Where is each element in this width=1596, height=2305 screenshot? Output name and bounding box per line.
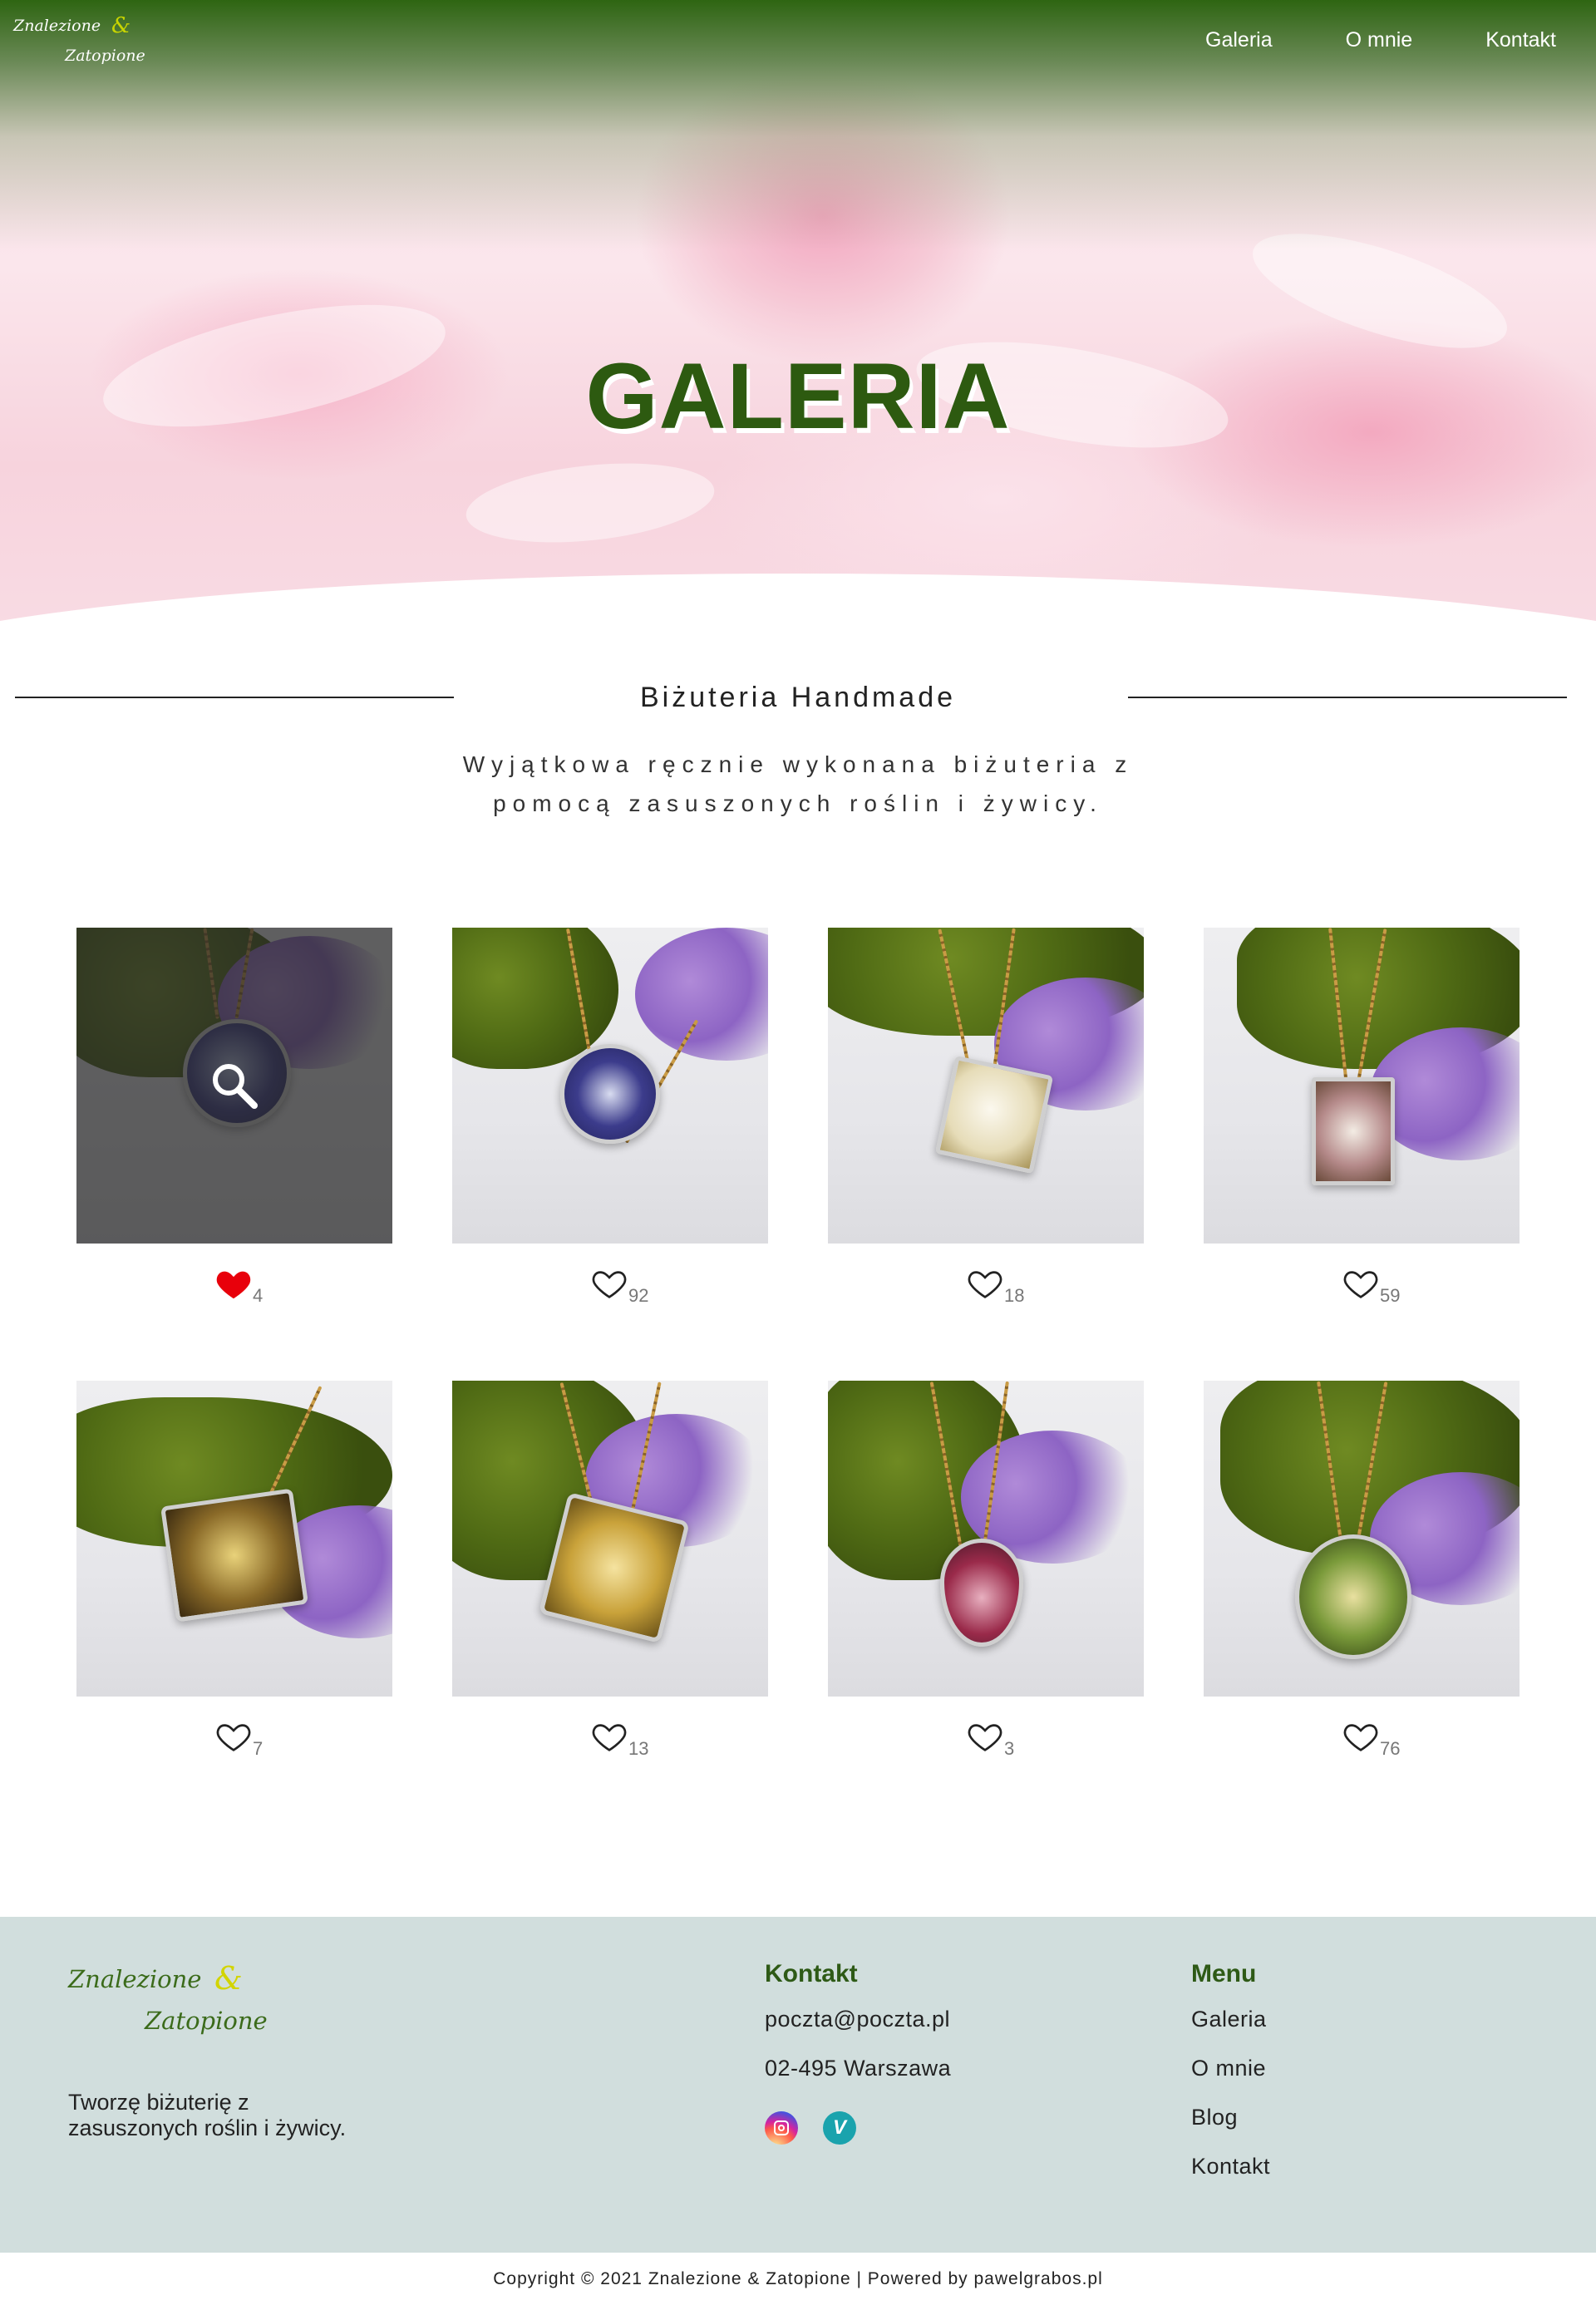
heart-outline-icon[interactable] <box>1342 1718 1380 1756</box>
logo-text-line2: Zatopione <box>65 47 145 65</box>
gallery-photo[interactable] <box>452 928 768 1244</box>
site-logo[interactable]: Znalezione & Zatopione <box>13 13 155 71</box>
gallery-item: 92 <box>452 928 768 1306</box>
heart-outline-icon[interactable] <box>590 1265 628 1303</box>
footer-menu-blog[interactable]: Blog <box>1191 2103 1270 2152</box>
gallery-photo[interactable] <box>1204 928 1520 1244</box>
social-links: V <box>765 2111 856 2145</box>
like-bar: 7 <box>76 1697 392 1759</box>
intro-text: Wyjątkowa ręcznie wykonana biżuteria z p… <box>462 751 1134 816</box>
logo-ampersand: & <box>111 13 131 38</box>
nav-link-kontakt[interactable]: Kontakt <box>1485 28 1556 52</box>
heart-outline-icon[interactable] <box>1342 1265 1380 1303</box>
gallery-photo[interactable] <box>76 928 392 1244</box>
like-bar: 13 <box>452 1697 768 1759</box>
vinted-icon[interactable]: V <box>823 2111 856 2145</box>
gallery-item: 18 <box>828 928 1144 1306</box>
footer-email[interactable]: poczta@poczta.pl <box>765 2005 951 2054</box>
footer-logo-line1: Znalezione <box>68 1965 202 1993</box>
footer-address: 02-495 Warszawa <box>765 2056 952 2081</box>
footer-menu-heading: Menu <box>1191 1960 1257 1987</box>
like-bar: 76 <box>1204 1697 1520 1759</box>
footer-description: Tworzę biżuterię z zasuszonych roślin i … <box>68 2090 347 2140</box>
footer-menu-kontakt[interactable]: Kontakt <box>1191 2152 1270 2201</box>
gallery-item: 76 <box>1204 1381 1520 1759</box>
footer-menu: Menu Galeria O mnie Blog Kontakt <box>1191 1960 1270 2201</box>
copyright-bar: Copyright © 2021 Znalezione & Zatopione … <box>493 2269 1103 2288</box>
like-bar: 3 <box>828 1697 1144 1759</box>
like-bar: 4 <box>76 1244 392 1306</box>
divider-right <box>1128 697 1567 698</box>
gallery-item: 59 <box>1204 928 1520 1306</box>
like-count: 7 <box>253 1738 264 1759</box>
like-bar: 92 <box>452 1244 768 1306</box>
instagram-icon[interactable] <box>765 2111 798 2145</box>
nav-link-galeria[interactable]: Galeria <box>1205 28 1273 52</box>
heart-outline-icon[interactable] <box>966 1718 1004 1756</box>
like-count: 92 <box>628 1285 649 1306</box>
main-nav: Galeria O mnie Kontakt <box>1205 28 1556 52</box>
heart-filled-icon[interactable] <box>214 1265 253 1303</box>
gallery-item: 4 <box>76 928 392 1306</box>
footer-logo-ampersand: & <box>214 1960 243 1997</box>
footer-logo-line2: Zatopione <box>145 2007 268 2035</box>
like-count: 4 <box>253 1285 264 1306</box>
like-count: 18 <box>1004 1285 1025 1306</box>
footer-contact-heading: Kontakt <box>765 1960 858 1987</box>
gallery-item: 3 <box>828 1381 1144 1759</box>
gallery-item: 7 <box>76 1381 392 1759</box>
like-count: 76 <box>1380 1738 1401 1759</box>
hero-banner <box>0 0 1596 665</box>
site-footer: Znalezione & Zatopione Tworzę biżuterię … <box>0 1917 1596 2253</box>
footer-menu-o-mnie[interactable]: O mnie <box>1191 2054 1270 2103</box>
logo-text-line1: Znalezione <box>13 17 101 35</box>
like-count: 13 <box>628 1738 649 1759</box>
zoom-icon[interactable] <box>208 1059 261 1112</box>
heart-outline-icon[interactable] <box>966 1265 1004 1303</box>
footer-logo[interactable]: Znalezione & Zatopione <box>68 1960 284 2043</box>
nav-link-o-mnie[interactable]: O mnie <box>1346 28 1413 52</box>
like-bar: 59 <box>1204 1244 1520 1306</box>
heart-outline-icon[interactable] <box>590 1718 628 1756</box>
footer-contact: Kontakt poczta@poczta.pl 02-495 Warszawa <box>765 1960 951 2103</box>
like-count: 59 <box>1380 1285 1401 1306</box>
like-bar: 18 <box>828 1244 1144 1306</box>
gallery-photo[interactable] <box>76 1381 392 1697</box>
heart-outline-icon[interactable] <box>214 1718 253 1756</box>
gallery-photo[interactable] <box>828 928 1144 1244</box>
gallery-photo[interactable] <box>452 1381 768 1697</box>
footer-menu-galeria[interactable]: Galeria <box>1191 2005 1270 2054</box>
page-title: GALERIA <box>585 344 1011 448</box>
section-heading: Biżuteria Handmade <box>0 678 1596 720</box>
gallery-item: 13 <box>452 1381 768 1759</box>
like-count: 3 <box>1004 1738 1015 1759</box>
gallery-photo[interactable] <box>828 1381 1144 1697</box>
gallery-photo[interactable] <box>1204 1381 1520 1697</box>
